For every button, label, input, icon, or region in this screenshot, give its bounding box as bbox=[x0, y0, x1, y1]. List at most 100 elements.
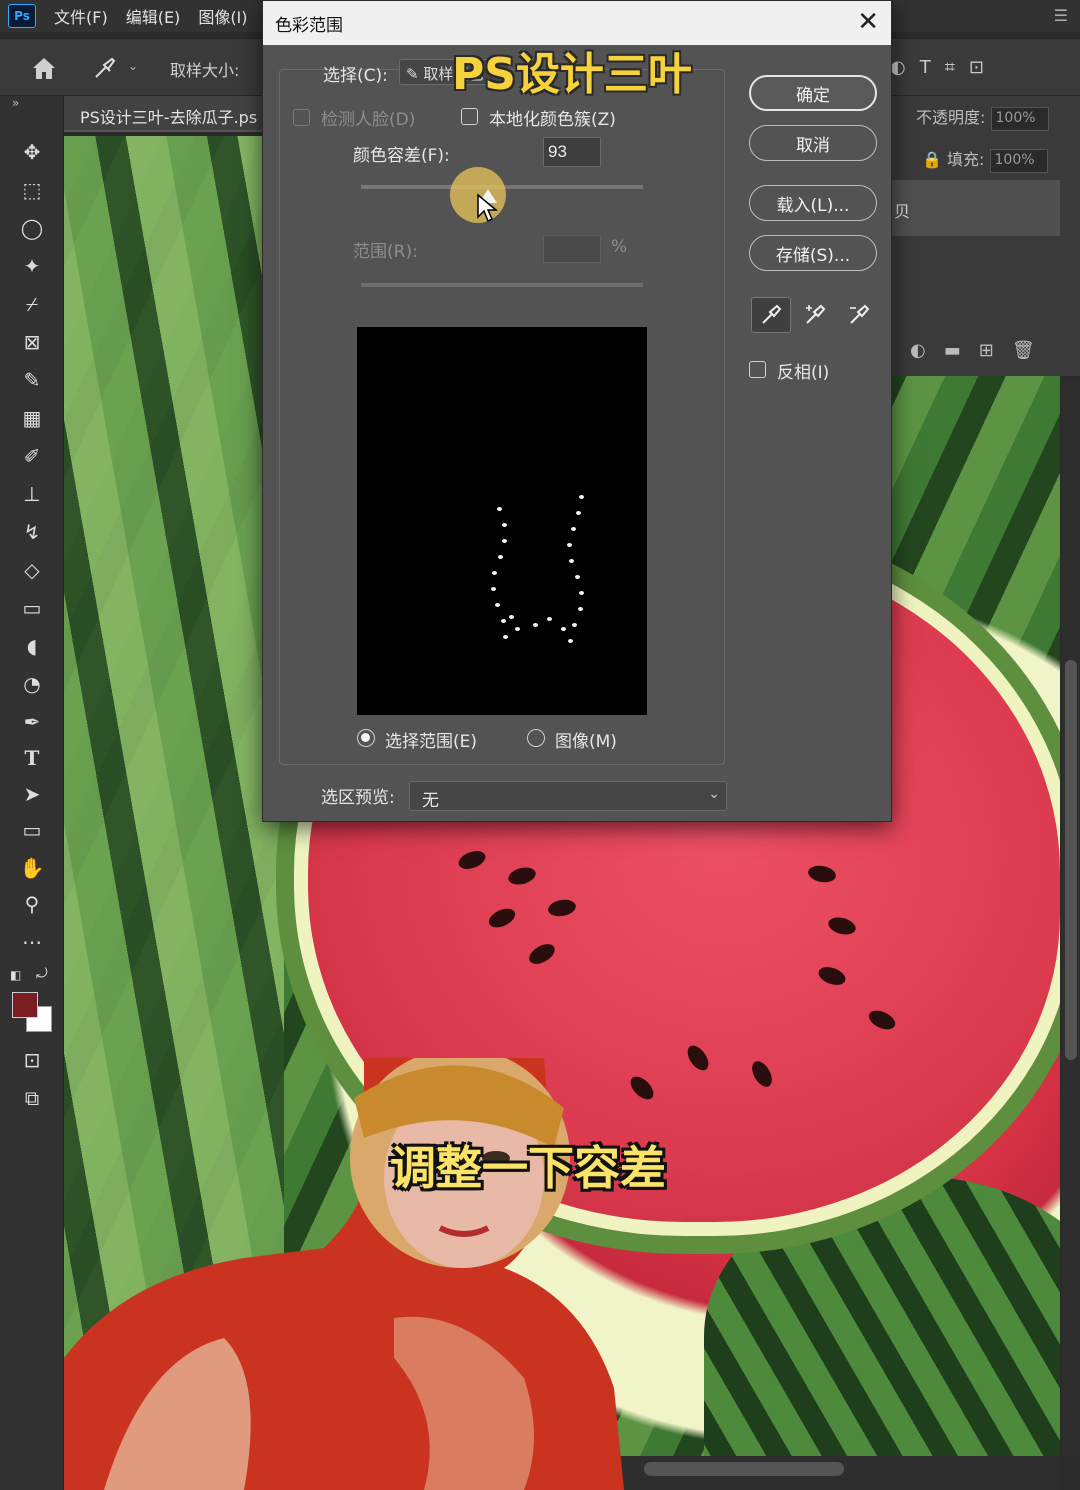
vertical-scrollbar[interactable] bbox=[1062, 380, 1080, 1456]
save-button[interactable]: 存储(S)... bbox=[749, 235, 877, 271]
localized-clusters-label: 本地化颜色簇(Z) bbox=[489, 110, 616, 130]
lock-icon[interactable]: 🔒 bbox=[922, 150, 942, 169]
crop-tool-icon[interactable]: ⌿ bbox=[16, 290, 48, 318]
mask-dot bbox=[576, 511, 582, 515]
stamp-tool-icon[interactable]: ⊥ bbox=[16, 480, 48, 508]
quick-mask-icon[interactable]: ⊡ bbox=[16, 1046, 48, 1074]
mask-dot bbox=[577, 607, 583, 611]
mouse-cursor-icon bbox=[477, 193, 498, 223]
hand-tool-icon[interactable]: ✋ bbox=[16, 854, 48, 882]
seed bbox=[865, 1006, 899, 1034]
menu-edit[interactable]: 编辑(E) bbox=[126, 4, 181, 28]
document-tab[interactable]: PS设计三叶-去除瓜子.ps bbox=[64, 96, 264, 132]
more-tools-icon[interactable]: ⋯ bbox=[16, 928, 48, 956]
opacity-field[interactable]: 100% bbox=[990, 106, 1049, 131]
localized-clusters-checkbox[interactable] bbox=[461, 108, 478, 125]
mask-dot bbox=[509, 615, 514, 619]
contrast-icon[interactable]: ◐ bbox=[890, 57, 906, 78]
close-icon[interactable]: ✕ bbox=[857, 7, 879, 37]
image-radio[interactable] bbox=[527, 729, 545, 747]
subtract-from-sample-eyedropper-icon[interactable] bbox=[839, 297, 879, 333]
collapse-icon[interactable]: » bbox=[12, 96, 19, 110]
invert-checkbox[interactable] bbox=[749, 361, 766, 378]
scrollbar-thumb[interactable] bbox=[1065, 660, 1077, 1060]
foreground-color-swatch[interactable] bbox=[12, 992, 38, 1018]
marquee-tool-icon[interactable]: ⬚ bbox=[16, 176, 48, 204]
zoom-tool-icon[interactable]: ⚲ bbox=[16, 890, 48, 918]
history-brush-icon[interactable]: ↯ bbox=[16, 518, 48, 546]
chevron-down-icon: ⌄ bbox=[708, 786, 720, 802]
brush-tool-icon[interactable]: ✐ bbox=[16, 442, 48, 470]
mask-dot bbox=[495, 603, 501, 607]
workspace-menu-icon[interactable]: ☰ bbox=[1054, 6, 1068, 25]
dialog-title: 色彩范围 bbox=[275, 16, 343, 36]
folder-icon[interactable]: ▬ bbox=[944, 340, 961, 361]
mask-dot bbox=[497, 507, 502, 511]
magic-wand-icon[interactable]: ✦ bbox=[16, 252, 48, 280]
chevron-down-icon[interactable]: ⌄ bbox=[128, 59, 138, 73]
seed bbox=[826, 914, 858, 938]
range-slider-track bbox=[361, 283, 643, 287]
path-selection-icon[interactable]: ➤ bbox=[16, 780, 48, 808]
selection-preview-thumbnail[interactable] bbox=[357, 327, 647, 715]
type-icon[interactable]: T bbox=[920, 57, 931, 78]
watermark-text: PS设计三叶 bbox=[452, 49, 692, 100]
selection-radio-label: 选择范围(E) bbox=[385, 732, 478, 752]
swap-colors-icon[interactable]: ⤾ bbox=[36, 966, 48, 982]
subtitle-caption: 调整一下容差 bbox=[390, 1141, 666, 1195]
presenter-overlay bbox=[64, 1058, 624, 1490]
eraser-tool-icon[interactable]: ◇ bbox=[16, 556, 48, 584]
lasso-tool-icon[interactable]: ◯ bbox=[16, 214, 48, 242]
mask-dot bbox=[567, 639, 573, 643]
selection-preview-label: 选区预览: bbox=[321, 788, 395, 808]
cancel-button[interactable]: 取消 bbox=[749, 125, 877, 161]
gradient-tool-icon[interactable]: ▭ bbox=[16, 594, 48, 622]
dodge-tool-icon[interactable]: ◔ bbox=[16, 670, 48, 698]
eyedropper-tool-icon[interactable]: ✎ bbox=[16, 366, 48, 394]
home-icon[interactable] bbox=[30, 55, 58, 81]
screen-mode-icon[interactable]: ⧉ bbox=[16, 1084, 48, 1112]
default-colors-icon[interactable]: ◧ bbox=[10, 968, 21, 982]
layer-row[interactable]: 贝 bbox=[892, 180, 1060, 236]
selection-preview-dropdown[interactable]: 无 ⌄ bbox=[409, 781, 727, 811]
range-label: 范围(R): bbox=[353, 242, 418, 262]
seed bbox=[546, 897, 578, 919]
seed bbox=[748, 1057, 776, 1091]
lock-icon[interactable]: ⊡ bbox=[969, 57, 984, 78]
fuzziness-input[interactable] bbox=[543, 137, 601, 167]
trash-icon[interactable]: 🗑 bbox=[1012, 340, 1035, 361]
transform-icon[interactable]: ⌗ bbox=[945, 57, 955, 78]
add-to-sample-eyedropper-icon[interactable] bbox=[795, 297, 835, 333]
eyedropper-tool-preset-icon[interactable] bbox=[92, 55, 118, 81]
move-tool-icon[interactable]: ✥ bbox=[16, 138, 48, 166]
frame-tool-icon[interactable]: ⊠ bbox=[16, 328, 48, 356]
mask-dot bbox=[569, 559, 575, 563]
document-title: PS设计三叶-去除瓜子.ps bbox=[80, 108, 258, 127]
blur-tool-icon[interactable]: ◖ bbox=[16, 632, 48, 660]
selection-radio[interactable] bbox=[357, 729, 375, 747]
range-input bbox=[543, 235, 601, 263]
healing-brush-icon[interactable]: ▦ bbox=[16, 404, 48, 432]
mask-dot bbox=[567, 543, 573, 547]
image-radio-label: 图像(M) bbox=[555, 732, 617, 752]
eyedropper-icon[interactable] bbox=[751, 297, 791, 333]
fuzziness-label: 颜色容差(F): bbox=[353, 146, 450, 166]
detect-faces-checkbox[interactable] bbox=[293, 109, 310, 126]
adjustment-layer-icon[interactable]: ◐ bbox=[910, 340, 926, 361]
menu-image[interactable]: 图像(I) bbox=[198, 4, 247, 28]
fill-field[interactable]: 100% bbox=[989, 148, 1048, 173]
seed bbox=[525, 940, 559, 968]
scrollbar-thumb[interactable] bbox=[644, 1462, 844, 1476]
pen-tool-icon[interactable]: ✒ bbox=[16, 708, 48, 736]
load-button[interactable]: 载入(L)... bbox=[749, 185, 877, 221]
sample-size-label: 取样大小: bbox=[170, 61, 240, 80]
mask-dot bbox=[578, 591, 584, 595]
menu-file[interactable]: 文件(F) bbox=[54, 4, 108, 28]
ok-button[interactable]: 确定 bbox=[749, 75, 877, 111]
layer-name: 贝 bbox=[894, 202, 911, 221]
eyedropper-icon: ✎ bbox=[406, 65, 424, 83]
new-layer-icon[interactable]: ⊞ bbox=[979, 340, 994, 361]
fill-label: 填充: bbox=[947, 150, 985, 169]
type-tool-icon[interactable]: T bbox=[16, 744, 48, 772]
rectangle-tool-icon[interactable]: ▭ bbox=[16, 816, 48, 844]
